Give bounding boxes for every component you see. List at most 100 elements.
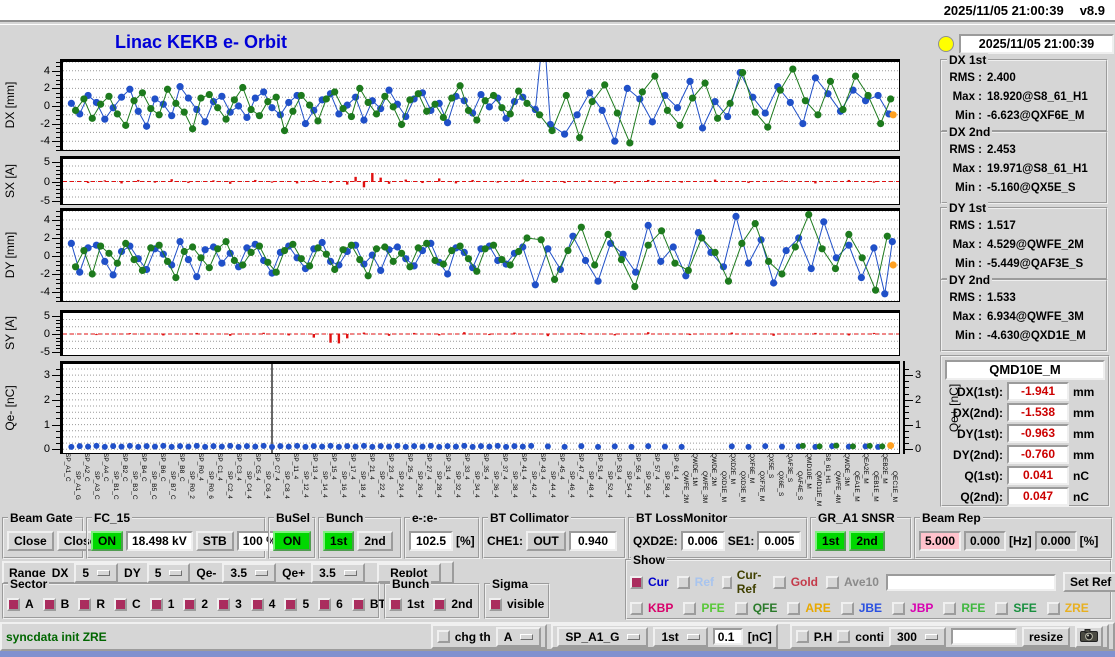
checkbox-indicator[interactable] xyxy=(284,597,298,611)
titlebar-datetime: 2025/11/05 21:00:39 xyxy=(943,2,1064,18)
show-checkbox-sfe[interactable]: SFE xyxy=(995,601,1037,615)
element-tick-label: SP_33_4 xyxy=(463,453,470,480)
sp-bunch-select[interactable]: 1st xyxy=(653,626,708,647)
checkbox-indicator[interactable] xyxy=(630,575,643,589)
chg-th-checkbox[interactable]: chg th xyxy=(436,630,491,644)
snsr-2nd-button[interactable]: 2nd xyxy=(849,531,885,551)
show-checkbox-ref[interactable]: Ref xyxy=(676,568,714,596)
show-checkbox-qfe[interactable]: QFE xyxy=(734,601,777,615)
show-checkbox-jbp[interactable]: JBP xyxy=(892,601,933,615)
show-checkbox-jbe[interactable]: JBE xyxy=(840,601,882,615)
sector-checkbox-6[interactable]: 6 xyxy=(318,597,343,611)
range-dy-select[interactable]: 5 xyxy=(146,562,191,583)
checkbox-indicator[interactable] xyxy=(826,575,840,589)
checkbox-indicator[interactable] xyxy=(250,597,264,611)
bunch-2nd-button[interactable]: 2nd xyxy=(357,531,393,551)
checkbox-indicator[interactable] xyxy=(7,597,20,611)
sector-checkbox-b[interactable]: B xyxy=(42,597,69,611)
beam-gate-close-1-button[interactable]: Close xyxy=(7,531,54,551)
resize-button[interactable]: resize xyxy=(1021,626,1070,647)
snsr-1st-button[interactable]: 1st xyxy=(815,531,847,551)
checkbox-indicator[interactable] xyxy=(772,575,786,589)
show-checkbox-ave10[interactable]: Ave10 xyxy=(826,568,879,596)
element-tick-label: SP_44_4 xyxy=(548,471,556,498)
screenshot-button[interactable] xyxy=(1075,625,1103,648)
element-name-axis: SP_A1_C SP_A1_G SP_A2_C SP_A3_C SP_A4_C SP_B1… xyxy=(63,451,899,513)
element-tick-label: QWDE_1M xyxy=(691,453,698,486)
bunch-checkbox-1st[interactable]: 1st xyxy=(389,597,424,611)
sector-checkbox-1[interactable]: 1 xyxy=(149,597,174,611)
checkbox-indicator[interactable] xyxy=(42,597,56,611)
checkbox-indicator[interactable] xyxy=(734,601,748,615)
element-tick-label: SP_B2_C xyxy=(121,453,128,482)
sector-checkbox-5[interactable]: 5 xyxy=(284,597,309,611)
conti-checkbox[interactable]: conti xyxy=(837,630,884,644)
range-qe-minus-select[interactable]: 3.5 xyxy=(222,562,277,583)
element-tick-label: SP_C3_4 xyxy=(235,453,242,481)
range-dx-select[interactable]: 5 xyxy=(74,562,119,583)
checkbox-indicator[interactable] xyxy=(217,597,231,611)
busel-on-button[interactable]: ON xyxy=(273,531,311,551)
sector-checkbox-r[interactable]: R xyxy=(78,597,105,611)
checkbox-indicator[interactable] xyxy=(114,597,128,611)
che1-state-button[interactable]: OUT xyxy=(526,531,567,551)
bunch-1st-button[interactable]: 1st xyxy=(323,531,355,551)
show-checkbox-cur[interactable]: Cur xyxy=(630,568,669,596)
show-checkbox-cur-ref[interactable]: Cur-Ref xyxy=(722,568,765,596)
show-checkbox-kbp[interactable]: KBP xyxy=(630,601,673,615)
set-ref-button[interactable]: Set Ref xyxy=(1062,572,1115,592)
element-tick-label: QXD2E_M xyxy=(729,453,736,485)
element-tick-label: QEB1E_M xyxy=(871,471,879,502)
checkbox-indicator[interactable] xyxy=(433,597,447,611)
chg-th-select[interactable]: A xyxy=(495,626,542,647)
sector-checkbox-4[interactable]: 4 xyxy=(250,597,275,611)
sector-checkbox-a[interactable]: A xyxy=(7,597,34,611)
fc15-stb-button[interactable]: STB xyxy=(195,531,234,551)
show-checkbox-gold[interactable]: Gold xyxy=(772,568,818,596)
axis-tick-label: 2 xyxy=(43,232,50,244)
ph-checkbox[interactable]: P.H xyxy=(795,630,832,644)
sector-checkbox-2[interactable]: 2 xyxy=(183,597,208,611)
element-tick-label: SP_22_4 xyxy=(377,471,385,498)
show-checkbox-rfe[interactable]: RFE xyxy=(943,601,985,615)
element-tick-label: SP_B3_C xyxy=(130,471,138,500)
checkbox-indicator[interactable] xyxy=(995,601,1009,615)
checkbox-indicator[interactable] xyxy=(630,601,643,615)
show-checkbox-are[interactable]: ARE xyxy=(787,601,831,615)
checkbox-indicator[interactable] xyxy=(943,601,957,615)
checkbox-indicator[interactable] xyxy=(722,575,732,589)
checkbox-indicator[interactable] xyxy=(149,597,163,611)
checkbox-indicator[interactable] xyxy=(351,597,365,611)
show-checkbox-pfe[interactable]: PFE xyxy=(683,601,725,615)
checkbox-indicator[interactable] xyxy=(787,601,801,615)
checkbox-indicator[interactable] xyxy=(389,597,402,611)
checkbox-indicator[interactable] xyxy=(1046,601,1060,615)
bunch-checkbox-2nd[interactable]: 2nd xyxy=(433,597,473,611)
che1-value: 0.940 xyxy=(569,531,618,551)
checkbox-indicator[interactable] xyxy=(676,575,690,589)
element-tick-label: SP_32_4 xyxy=(453,471,461,498)
reference-entry[interactable] xyxy=(885,573,1056,591)
checkbox-indicator[interactable] xyxy=(78,597,92,611)
element-tick-label: SP_R0_4 xyxy=(197,453,204,481)
sector-checkbox-bt[interactable]: BT xyxy=(351,597,386,611)
checkbox-indicator[interactable] xyxy=(892,601,906,615)
sigma-checkbox-visible[interactable]: visible xyxy=(489,597,544,611)
sp-monitor-select[interactable]: SP_A1_G xyxy=(557,626,649,647)
aux-entry[interactable] xyxy=(950,628,1017,645)
checkbox-indicator[interactable] xyxy=(489,597,502,611)
dy1-max: 4.529@QWFE_2M xyxy=(987,239,1084,251)
range-qe-plus-select[interactable]: 3.5 xyxy=(311,562,365,583)
checkbox-indicator[interactable] xyxy=(318,597,332,611)
checkbox-indicator[interactable] xyxy=(683,601,697,615)
threshold-entry[interactable] xyxy=(712,628,743,645)
sigma-group: Sigma visible xyxy=(484,577,550,619)
checkbox-label: C xyxy=(132,597,141,611)
sector-checkbox-3[interactable]: 3 xyxy=(217,597,242,611)
checkbox-indicator[interactable] xyxy=(183,597,197,611)
show-checkbox-zre[interactable]: ZRE xyxy=(1046,601,1089,615)
checkbox-indicator[interactable] xyxy=(840,601,854,615)
fc15-on-button[interactable]: ON xyxy=(91,531,123,551)
points-select[interactable]: 300 xyxy=(888,626,946,647)
sector-checkbox-c[interactable]: C xyxy=(114,597,141,611)
